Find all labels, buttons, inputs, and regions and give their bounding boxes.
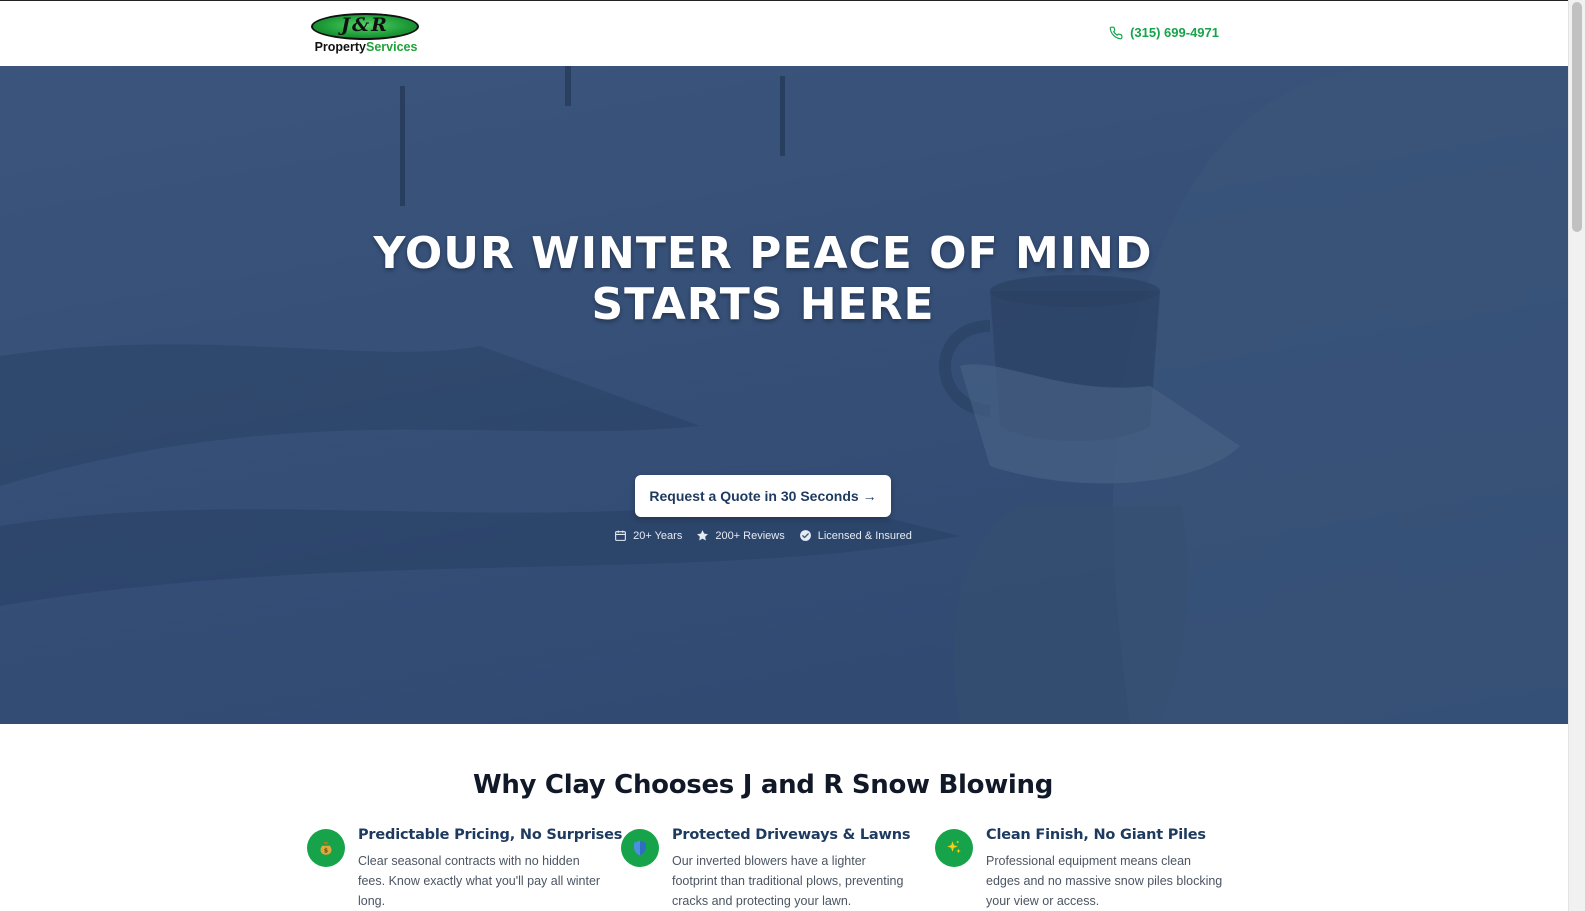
sparkles-icon xyxy=(947,840,961,854)
hero-section: YOUR WINTER PEACE OF MIND STARTS HERE Re… xyxy=(0,66,1568,724)
feature-title: Protected Driveways & Lawns xyxy=(672,827,911,843)
logo-wordmark: PropertyServices xyxy=(308,40,424,54)
money-bag-icon: $ xyxy=(320,842,332,855)
feature-description: Clear seasonal contracts with no hidden … xyxy=(358,854,601,908)
star-icon xyxy=(697,530,709,541)
site-header: J&R PropertyServices (315) 699-4971 xyxy=(0,0,1568,66)
features-list: $ Predictable Pricing, No Surprises Clea… xyxy=(307,827,1227,911)
feature-icon-wrap xyxy=(935,829,973,867)
feature-body: Clean Finish, No Giant Piles Professiona… xyxy=(986,827,1227,911)
feature-icon-wrap: $ xyxy=(307,829,345,867)
feature-description: Professional equipment means clean edges… xyxy=(986,854,1223,908)
trust-item-licensed: Licensed & Insured xyxy=(799,529,912,542)
feature-card: $ Predictable Pricing, No Surprises Clea… xyxy=(307,827,622,911)
feature-body: Protected Driveways & Lawns Our inverted… xyxy=(672,827,913,911)
phone-number: (315) 699-4971 xyxy=(1130,25,1219,40)
request-quote-button[interactable]: Request a Quote in 30 Seconds → xyxy=(635,475,891,517)
why-section-title: Why Clay Chooses J and R Snow Blowing xyxy=(472,770,1054,800)
trust-label: 20+ Years xyxy=(633,529,683,542)
scrollbar-thumb[interactable] xyxy=(1572,2,1582,232)
page-scrollbar[interactable] xyxy=(1568,0,1585,911)
trust-badges: 20+ Years 200+ Reviews Licensed & Insure… xyxy=(0,529,1526,542)
feature-icon-wrap xyxy=(621,829,659,867)
hero-title: YOUR WINTER PEACE OF MIND STARTS HERE xyxy=(0,228,1526,330)
hero-title-line1: YOUR WINTER PEACE OF MIND xyxy=(373,228,1153,279)
trust-label: Licensed & Insured xyxy=(817,529,912,542)
calendar-icon xyxy=(615,530,626,541)
feature-title: Predictable Pricing, No Surprises xyxy=(358,827,623,843)
feature-body: Predictable Pricing, No Surprises Clear … xyxy=(358,827,623,911)
feature-card: Protected Driveways & Lawns Our inverted… xyxy=(621,827,913,911)
svg-text:$: $ xyxy=(324,848,328,855)
check-circle-icon xyxy=(799,530,811,541)
feature-card: Clean Finish, No Giant Piles Professiona… xyxy=(935,827,1227,911)
phone-icon xyxy=(1109,26,1123,39)
hero-title-line2: STARTS HERE xyxy=(591,279,935,330)
phone-link[interactable]: (315) 699-4971 xyxy=(1109,25,1219,40)
logo-monogram: J&R xyxy=(341,14,389,36)
trust-item-reviews: 200+ Reviews xyxy=(696,529,785,542)
logo-word-services: Services xyxy=(365,40,418,54)
feature-description: Our inverted blowers have a lighter foot… xyxy=(672,854,904,908)
hero-background-image xyxy=(0,66,1568,724)
logo-word-property: Property xyxy=(314,40,366,54)
trust-item-years: 20+ Years xyxy=(614,529,682,542)
company-logo[interactable]: J&R PropertyServices xyxy=(308,13,424,57)
trust-label: 200+ Reviews xyxy=(715,529,785,542)
feature-title: Clean Finish, No Giant Piles xyxy=(986,827,1206,843)
shield-icon xyxy=(634,840,646,856)
